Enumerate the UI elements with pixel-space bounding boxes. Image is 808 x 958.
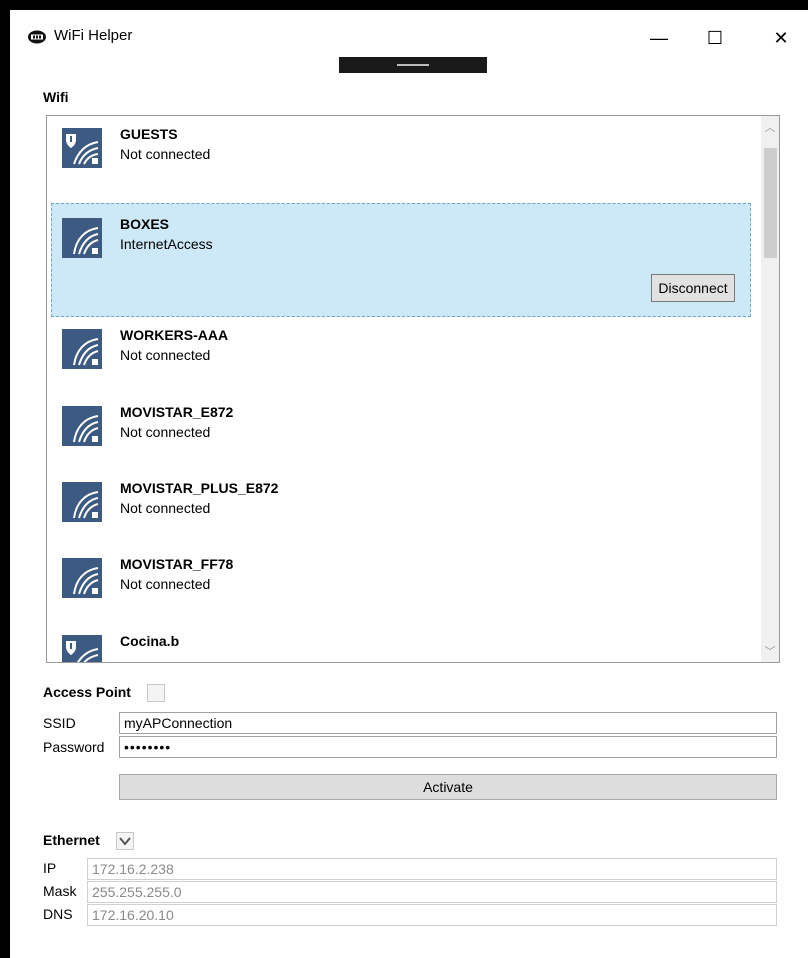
- ethernet-section-label: Ethernet: [43, 832, 100, 848]
- network-name: Cocina.b: [120, 633, 180, 649]
- ip-field: [87, 858, 777, 880]
- list-item[interactable]: WORKERS-AAA Not connected: [47, 317, 755, 393]
- disconnect-button[interactable]: Disconnect: [651, 274, 735, 302]
- list-item[interactable]: Cocina.b: [47, 623, 755, 662]
- wifi-section-label: Wifi: [43, 89, 69, 105]
- network-name: MOVISTAR_PLUS_E872: [120, 480, 279, 496]
- secured-wifi-icon: [62, 128, 102, 168]
- network-name: WORKERS-AAA: [120, 327, 229, 343]
- chevron-down-icon: [119, 837, 131, 846]
- list-item[interactable]: MOVISTAR_PLUS_E872 Not connected: [47, 470, 755, 546]
- minimize-button[interactable]: —: [639, 20, 679, 56]
- list-item[interactable]: GUESTS Not connected: [47, 116, 755, 192]
- list-item[interactable]: MOVISTAR_E872 Not connected: [47, 394, 755, 470]
- ethernet-expand-toggle[interactable]: [116, 832, 134, 850]
- mask-field: [87, 881, 777, 903]
- network-status: Not connected: [120, 576, 211, 592]
- wifi-icon: [62, 406, 102, 446]
- scroll-thumb[interactable]: [764, 148, 777, 258]
- network-status: Not connected: [120, 347, 211, 363]
- wifi-network-list[interactable]: GUESTS Not connected BOXES InternetAcces…: [46, 115, 780, 663]
- title-bar[interactable]: WiFi Helper — ☐ ✕: [10, 10, 808, 58]
- list-item[interactable]: MOVISTAR_FF78 Not connected: [47, 546, 755, 622]
- access-point-checkbox[interactable]: [147, 684, 165, 702]
- network-status: Not connected: [120, 146, 211, 162]
- dns-field: [87, 904, 777, 926]
- app-logo-icon: [28, 30, 46, 44]
- window-title: WiFi Helper: [54, 27, 133, 44]
- network-name: GUESTS: [120, 126, 178, 142]
- wifi-icon: [62, 218, 102, 258]
- maximize-button[interactable]: ☐: [695, 20, 735, 56]
- network-name: BOXES: [120, 216, 170, 232]
- scroll-up-arrow-icon[interactable]: ︿: [761, 118, 779, 136]
- scroll-down-arrow-icon[interactable]: ﹀: [761, 642, 779, 660]
- password-label: Password: [43, 739, 105, 755]
- wifi-icon: [62, 482, 102, 522]
- list-item-selected[interactable]: BOXES InternetAccess Disconnect: [51, 203, 751, 317]
- wifi-icon: [62, 329, 102, 369]
- secured-wifi-icon: [62, 635, 102, 662]
- dns-label: DNS: [43, 906, 73, 922]
- network-status: Not connected: [120, 424, 211, 440]
- ssid-input[interactable]: [119, 712, 777, 734]
- password-input[interactable]: [119, 736, 777, 758]
- activate-button[interactable]: Activate: [119, 774, 777, 800]
- wifi-icon: [62, 558, 102, 598]
- network-status: InternetAccess: [120, 236, 213, 252]
- drag-handle[interactable]: [339, 57, 487, 73]
- close-button[interactable]: ✕: [761, 20, 801, 56]
- mask-label: Mask: [43, 883, 77, 899]
- ssid-label: SSID: [43, 715, 76, 731]
- ip-label: IP: [43, 860, 57, 876]
- network-name: MOVISTAR_FF78: [120, 556, 234, 572]
- network-status: Not connected: [120, 500, 211, 516]
- app-window: WiFi Helper — ☐ ✕ Wifi GUESTS Not connec…: [10, 10, 808, 958]
- list-scrollbar[interactable]: ︿ ﹀: [761, 116, 779, 662]
- access-point-section-label: Access Point: [43, 684, 131, 700]
- network-name: MOVISTAR_E872: [120, 404, 234, 420]
